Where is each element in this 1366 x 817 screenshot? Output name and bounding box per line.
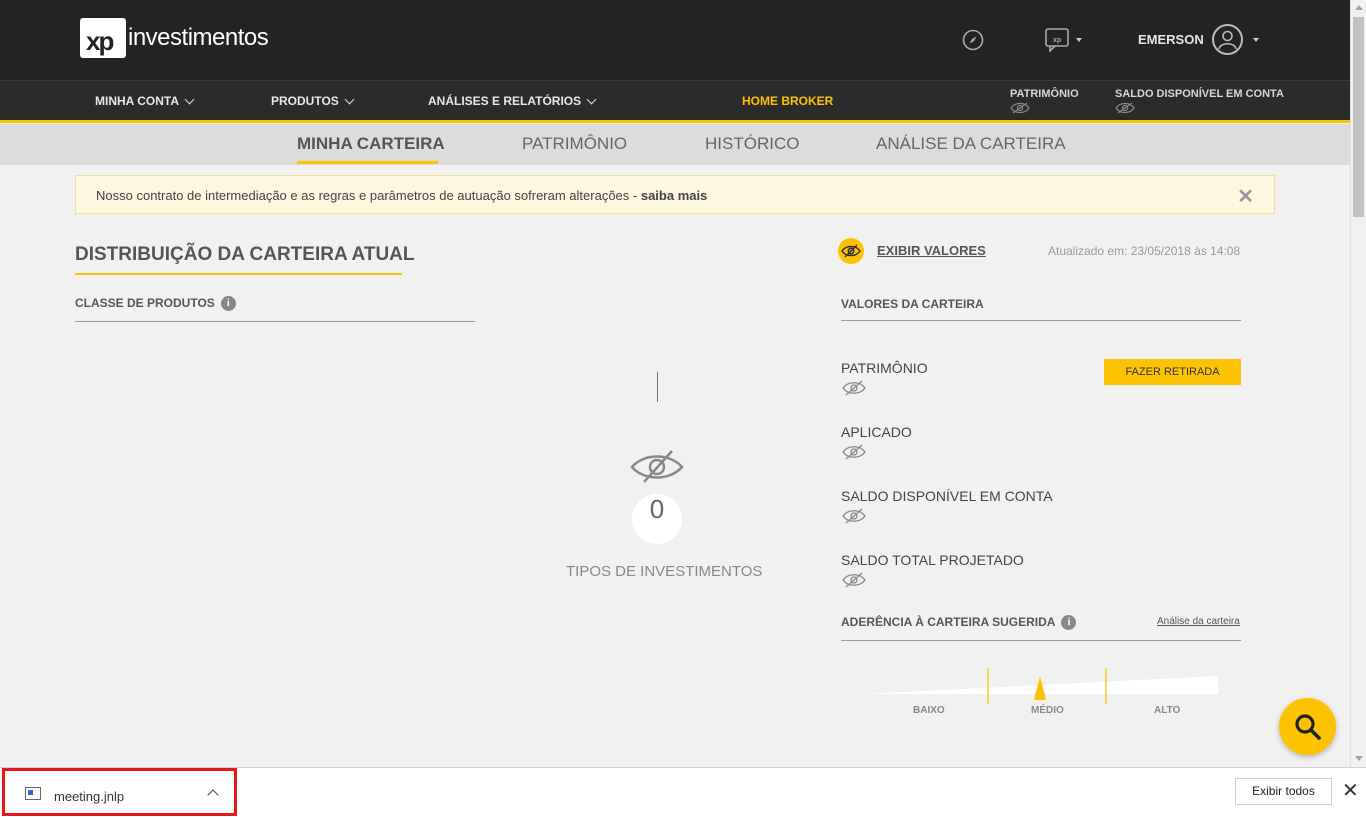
nav-minha-conta-label: MINHA CONTA	[95, 94, 179, 108]
divider	[75, 321, 475, 322]
file-icon	[25, 787, 41, 800]
tab-minha-carteira[interactable]: MINHA CARTEIRA	[297, 134, 445, 154]
eye-hidden-icon	[841, 244, 861, 258]
scroll-down-icon[interactable]	[1355, 756, 1363, 761]
aderencia-heading: ADERÊNCIA À CARTEIRA SUGERIDA i	[841, 615, 1077, 631]
scroll-thumb[interactable]	[1353, 17, 1364, 217]
main-nav: MINHA CONTA PRODUTOS ANÁLISES E RELATÓRI…	[0, 80, 1350, 123]
nav-analises[interactable]: ANÁLISES E RELATÓRIOS	[428, 94, 597, 108]
exibir-valores-link[interactable]: EXIBIR VALORES	[877, 243, 986, 258]
divider	[841, 640, 1241, 641]
avatar[interactable]	[1212, 24, 1243, 55]
section-title: DISTRIBUIÇÃO DA CARTEIRA ATUAL	[75, 244, 415, 265]
saldo-disponivel-label: SALDO DISPONÍVEL EM CONTA	[841, 488, 1053, 504]
investment-count: 0	[632, 494, 682, 544]
nav-saldo-label: SALDO DISPONÍVEL EM CONTA	[1115, 88, 1284, 100]
risk-gauge	[864, 668, 1218, 704]
nav-minha-conta[interactable]: MINHA CONTA	[95, 94, 195, 108]
gauge-label-medio: MÉDIO	[1031, 705, 1064, 716]
updated-timestamp: Atualizado em: 23/05/2018 às 14:08	[1048, 244, 1241, 258]
eye-hidden-icon[interactable]	[1010, 102, 1030, 114]
close-icon[interactable]: ✕	[1342, 781, 1359, 801]
classe-produtos-label: CLASSE DE PRODUTOS	[75, 296, 215, 310]
nav-produtos[interactable]: PRODUTOS	[271, 94, 355, 108]
tab-patrimonio[interactable]: PATRIMÔNIO	[522, 134, 627, 154]
nav-patrimonio-label: PATRIMÔNIO	[1010, 88, 1079, 100]
investment-count-label: TIPOS DE INVESTIMENTOS	[566, 563, 763, 580]
eye-hidden-icon	[630, 450, 684, 483]
notice-banner: Nosso contrato de intermediação e as reg…	[75, 175, 1275, 214]
logo-mark-text: xp	[86, 26, 114, 56]
compass-icon[interactable]	[962, 29, 984, 51]
section-title-underline	[75, 273, 402, 275]
analise-carteira-link[interactable]: Análise da carteira	[1157, 616, 1240, 627]
exibir-valores-toggle[interactable]	[838, 238, 864, 264]
eye-hidden-icon[interactable]	[842, 380, 866, 396]
nav-saldo[interactable]: SALDO DISPONÍVEL EM CONTA	[1115, 88, 1284, 114]
chat-caret-icon[interactable]	[1076, 38, 1082, 42]
chat-icon[interactable]: xp	[1045, 28, 1071, 52]
chevron-up-icon[interactable]	[207, 789, 219, 801]
scroll-up-icon[interactable]	[1355, 5, 1363, 10]
show-all-downloads-button[interactable]: Exibir todos	[1235, 778, 1332, 805]
aderencia-label: ADERÊNCIA À CARTEIRA SUGERIDA	[841, 615, 1056, 629]
info-icon[interactable]: i	[220, 296, 236, 312]
chevron-down-icon	[586, 94, 597, 104]
nav-patrimonio[interactable]: PATRIMÔNIO	[1010, 88, 1079, 114]
eye-hidden-icon[interactable]	[842, 444, 866, 460]
close-icon[interactable]: ✕	[1237, 184, 1254, 209]
saldo-total-projetado-label: SALDO TOTAL PROJETADO	[841, 552, 1024, 568]
gauge-label-baixo: BAIXO	[913, 705, 945, 716]
tab-analise-carteira[interactable]: ANÁLISE DA CARTEIRA	[876, 134, 1066, 154]
user-icon	[1218, 30, 1237, 50]
fazer-retirada-button[interactable]: FAZER RETIRADA	[1104, 359, 1241, 385]
eye-hidden-icon[interactable]	[1115, 102, 1135, 114]
top-header: xp investimentos xp EMERSON	[0, 0, 1350, 80]
chevron-down-icon	[184, 94, 195, 104]
notice-message: Nosso contrato de intermediação e as reg…	[96, 188, 641, 203]
user-caret-icon[interactable]	[1253, 38, 1259, 42]
user-name[interactable]: EMERSON	[1138, 32, 1204, 47]
notice-saiba-mais-link[interactable]: saiba mais	[641, 188, 708, 203]
search-icon	[1295, 714, 1321, 740]
xp-logo[interactable]: xp investimentos	[80, 18, 269, 58]
search-button[interactable]	[1279, 698, 1336, 755]
svg-text:xp: xp	[1053, 37, 1061, 44]
nav-home-broker[interactable]: HOME BROKER	[742, 94, 833, 108]
chevron-down-icon	[344, 94, 355, 104]
patrimonio-label: PATRIMÔNIO	[841, 360, 928, 376]
valores-carteira-heading: VALORES DA CARTEIRA	[841, 297, 984, 311]
page-scrollbar[interactable]	[1350, 0, 1366, 767]
notice-text: Nosso contrato de intermediação e as reg…	[96, 188, 707, 203]
sub-tabs: MINHA CARTEIRA PATRIMÔNIO HISTÓRICO ANÁL…	[0, 124, 1350, 165]
download-bar: meeting.jnlp Exibir todos ✕	[0, 767, 1366, 817]
eye-hidden-icon[interactable]	[842, 572, 866, 588]
active-tab-indicator	[297, 161, 438, 164]
classe-produtos-heading: CLASSE DE PRODUTOS i	[75, 296, 236, 312]
gauge-label-alto: ALTO	[1154, 705, 1181, 716]
divider	[841, 320, 1241, 321]
aplicado-label: APLICADO	[841, 424, 912, 440]
nav-analises-label: ANÁLISES E RELATÓRIOS	[428, 94, 582, 108]
download-item[interactable]: meeting.jnlp	[2, 768, 237, 816]
nav-produtos-label: PRODUTOS	[271, 94, 339, 108]
chart-placeholder-line	[657, 372, 658, 402]
tab-historico[interactable]: HISTÓRICO	[705, 134, 799, 154]
logo-mark: xp	[80, 18, 126, 58]
download-file-name: meeting.jnlp	[54, 789, 125, 804]
info-icon[interactable]: i	[1061, 615, 1077, 631]
eye-hidden-icon[interactable]	[842, 508, 866, 524]
logo-word: investimentos	[128, 24, 269, 51]
